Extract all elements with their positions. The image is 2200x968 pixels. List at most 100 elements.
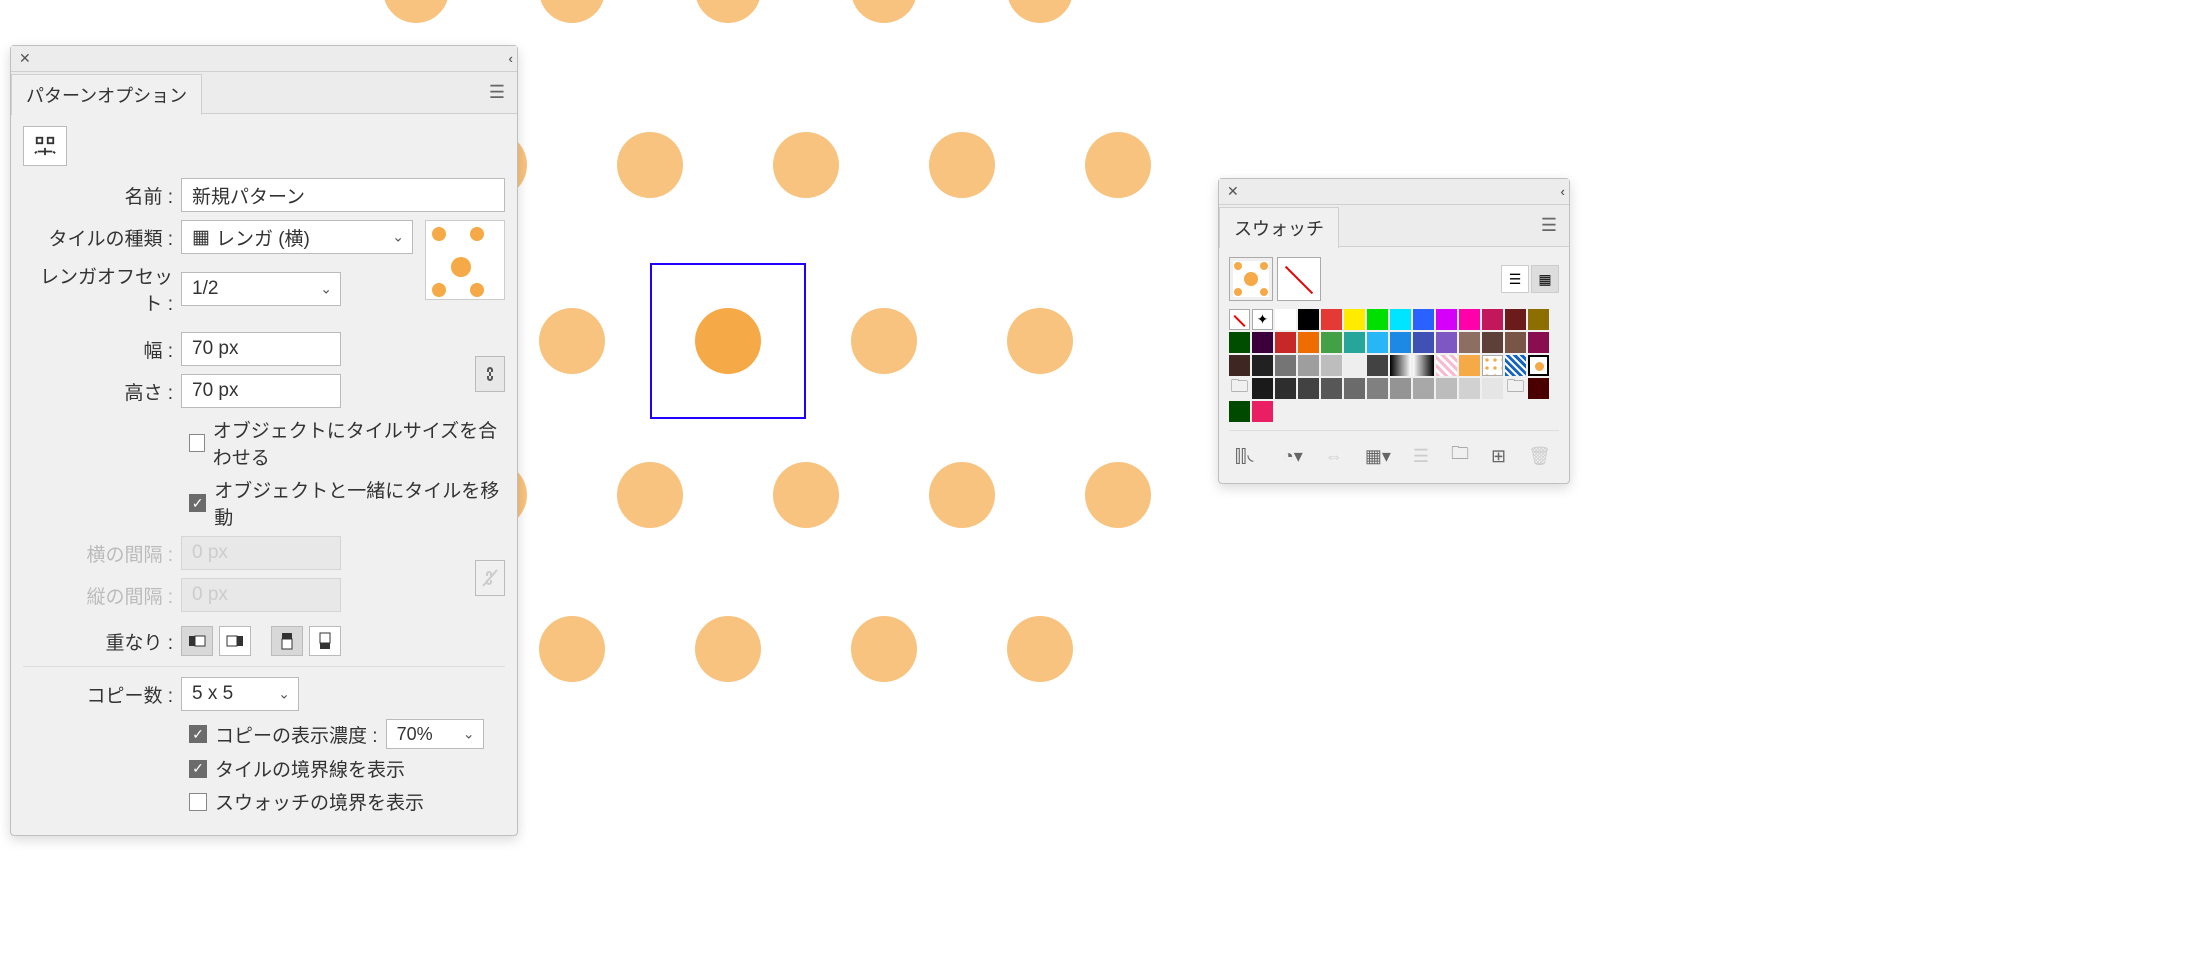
collapse-icon[interactable]: ‹‹ — [1560, 184, 1561, 199]
swatch-cell[interactable] — [1344, 378, 1365, 399]
swatch-cell[interactable] — [1413, 309, 1434, 330]
grid-view-button[interactable]: ▦ — [1531, 265, 1559, 293]
swatch-cell[interactable] — [1528, 378, 1549, 399]
swatch-cell[interactable] — [1298, 355, 1319, 376]
swatch-cell[interactable] — [1252, 378, 1273, 399]
pattern-swatch-current[interactable] — [1528, 355, 1549, 376]
swatch-cell[interactable] — [1298, 332, 1319, 353]
tab-pattern-options[interactable]: パターンオプション — [11, 74, 202, 115]
overlap-right-front-button[interactable] — [219, 626, 251, 656]
delete-swatch-icon: 🗑 — [1528, 446, 1551, 467]
panel-titlebar[interactable]: ✕ ‹‹ — [1219, 179, 1569, 205]
swatch-cell[interactable] — [1367, 332, 1388, 353]
panel-menu-icon[interactable]: ☰ — [489, 82, 505, 103]
swatch-cell[interactable] — [1252, 355, 1273, 376]
swatch-cell[interactable] — [1321, 378, 1342, 399]
swatch-cell[interactable] — [1367, 309, 1388, 330]
swatch-cell[interactable] — [1275, 355, 1296, 376]
swatch-cell[interactable] — [1390, 309, 1411, 330]
swatch-cell[interactable] — [1275, 378, 1296, 399]
color-group-folder-icon[interactable]: 🗀 — [1229, 378, 1250, 399]
height-input[interactable] — [181, 374, 341, 408]
show-swatch-bounds-checkbox[interactable] — [189, 793, 207, 811]
brick-offset-value: 1/2 — [192, 278, 218, 300]
swatch-cell[interactable] — [1344, 309, 1365, 330]
overlap-bottom-front-button[interactable] — [309, 626, 341, 656]
swatch-cell[interactable] — [1298, 378, 1319, 399]
swatch-cell[interactable] — [1298, 309, 1319, 330]
swatch-cell[interactable] — [1344, 355, 1365, 376]
size-to-art-checkbox[interactable] — [189, 434, 205, 452]
overlap-left-front-button[interactable] — [181, 626, 213, 656]
tile-type-select[interactable]: ▦ レンガ (横) ⌄ — [181, 220, 413, 254]
swatch-cell[interactable] — [1252, 332, 1273, 353]
none-swatch[interactable] — [1229, 309, 1250, 330]
swatch-cell[interactable] — [1344, 332, 1365, 353]
gradient-swatch[interactable] — [1390, 355, 1411, 376]
new-swatch-icon[interactable]: ⊞ — [1491, 446, 1506, 467]
swatch-cell[interactable] — [1321, 355, 1342, 376]
swatch-cell[interactable] — [1252, 401, 1273, 422]
swatch-cell[interactable] — [1275, 309, 1296, 330]
name-input[interactable] — [181, 178, 505, 212]
swatch-cell[interactable] — [1528, 332, 1549, 353]
swatch-cell[interactable] — [1413, 332, 1434, 353]
move-with-art-checkbox[interactable]: ✓ — [189, 494, 206, 512]
swatch-cell[interactable] — [1436, 332, 1457, 353]
swatch-cell[interactable] — [1321, 332, 1342, 353]
tile-bounding-box[interactable] — [650, 263, 806, 419]
pattern-swatch-solid[interactable] — [1459, 355, 1480, 376]
copies-select[interactable]: 5 x 5 ⌄ — [181, 677, 299, 711]
new-color-group-icon[interactable]: ▦▾ — [1365, 446, 1391, 467]
panel-tabbar: スウォッチ ☰ — [1219, 205, 1569, 247]
dim-copies-select[interactable]: 70% ⌄ — [386, 719, 484, 749]
swatch-cell[interactable] — [1505, 332, 1526, 353]
gradient-swatch[interactable] — [1413, 355, 1434, 376]
link-dimensions-button[interactable] — [475, 356, 505, 392]
pattern-swatch[interactable] — [1482, 355, 1503, 376]
swatch-cell[interactable] — [1321, 309, 1342, 330]
pattern-tile-tool-button[interactable] — [23, 126, 67, 166]
list-view-button[interactable]: ☰ — [1501, 265, 1529, 293]
overlap-top-front-button[interactable] — [271, 626, 303, 656]
current-fill-swatch[interactable] — [1229, 257, 1273, 301]
close-icon[interactable]: ✕ — [1227, 183, 1239, 200]
brick-offset-select[interactable]: 1/2 ⌄ — [181, 272, 341, 306]
swatch-cell[interactable] — [1390, 378, 1411, 399]
panel-titlebar[interactable]: ✕ ‹‹ — [11, 46, 517, 72]
panel-menu-icon[interactable]: ☰ — [1541, 215, 1557, 236]
swatch-cell[interactable] — [1229, 401, 1250, 422]
swatch-cell[interactable] — [1528, 309, 1549, 330]
show-tile-edge-checkbox[interactable]: ✓ — [189, 760, 207, 778]
link-spacing-button — [475, 560, 505, 596]
swatch-cell[interactable] — [1436, 378, 1457, 399]
swatch-cell[interactable] — [1390, 332, 1411, 353]
close-icon[interactable]: ✕ — [19, 50, 31, 67]
swatch-cell[interactable] — [1459, 309, 1480, 330]
swatch-cell[interactable] — [1367, 378, 1388, 399]
dim-copies-checkbox[interactable]: ✓ — [189, 725, 207, 743]
collapse-icon[interactable]: ‹‹ — [508, 51, 509, 66]
swatch-cell[interactable] — [1482, 309, 1503, 330]
show-tile-edge-label: タイルの境界線を表示 — [215, 755, 405, 782]
pattern-swatch[interactable] — [1436, 355, 1457, 376]
swatch-cell[interactable] — [1505, 309, 1526, 330]
swatch-cell[interactable] — [1436, 309, 1457, 330]
swatch-libraries-icon[interactable]: ⫿⫿◟ — [1235, 446, 1261, 467]
color-group-folder-icon[interactable]: 🗀 — [1505, 378, 1526, 399]
swatch-cell[interactable] — [1482, 332, 1503, 353]
tab-swatches[interactable]: スウォッチ — [1219, 207, 1339, 248]
current-stroke-swatch[interactable] — [1277, 257, 1321, 301]
width-input[interactable] — [181, 332, 341, 366]
swatch-cell[interactable] — [1459, 378, 1480, 399]
swatch-kinds-icon[interactable]: ◔▾ — [1283, 446, 1303, 467]
brick-icon: ▦ — [192, 226, 210, 249]
swatch-cell[interactable] — [1413, 378, 1434, 399]
swatch-cell[interactable] — [1367, 355, 1388, 376]
swatch-cell[interactable] — [1229, 332, 1250, 353]
folder-icon[interactable]: 🗀 — [1451, 441, 1469, 471]
swatch-cell[interactable] — [1275, 332, 1296, 353]
registration-swatch[interactable]: ✦ — [1252, 309, 1273, 330]
swatch-cell[interactable] — [1459, 332, 1480, 353]
swatch-cell[interactable] — [1482, 378, 1503, 399]
